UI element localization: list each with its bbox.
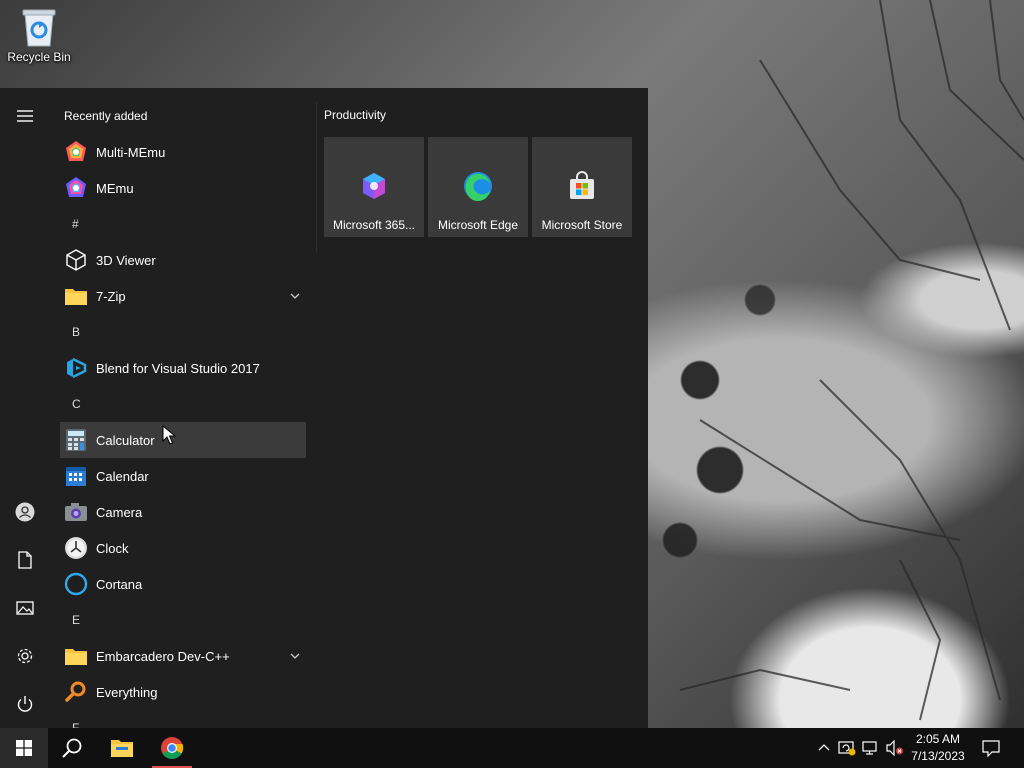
3d-viewer-icon <box>64 248 88 272</box>
blend-icon <box>64 356 88 380</box>
action-center-button[interactable] <box>981 738 1001 758</box>
recently-added-heading: Recently added <box>64 109 148 123</box>
multi-memu-icon <box>64 140 88 164</box>
taskbar-clock[interactable]: 2:05 AM 7/13/2023 <box>900 731 976 765</box>
tile-microsoft-store[interactable]: Microsoft Store <box>532 137 632 237</box>
edge-icon <box>461 169 495 203</box>
microsoft-365-icon <box>357 169 391 203</box>
letter-header-c[interactable]: C <box>60 386 316 422</box>
tiles-divider <box>316 102 317 252</box>
pictures-icon <box>16 601 34 615</box>
pictures-button[interactable] <box>0 588 50 628</box>
chevron-down-icon[interactable] <box>290 288 300 306</box>
store-icon <box>565 169 599 203</box>
power-icon <box>17 696 33 712</box>
app-embarcadero-dev-cpp[interactable]: Embarcadero Dev-C++ <box>60 638 306 674</box>
app-everything[interactable]: Everything <box>60 674 306 710</box>
user-account-button[interactable] <box>0 492 50 532</box>
app-camera[interactable]: Camera <box>60 494 306 530</box>
chevron-down-icon[interactable] <box>290 648 300 666</box>
camera-icon <box>64 500 88 524</box>
update-icon <box>838 741 856 756</box>
app-3d-viewer[interactable]: 3D Viewer <box>60 242 306 278</box>
chevron-up-icon <box>818 744 830 751</box>
settings-button[interactable] <box>0 636 50 676</box>
app-cortana[interactable]: Cortana <box>60 566 306 602</box>
power-button[interactable] <box>0 684 50 724</box>
calendar-icon <box>64 464 88 488</box>
cortana-icon <box>64 572 88 596</box>
update-tray-button[interactable] <box>837 738 857 758</box>
start-menu: Recently added Multi-MEmu MEmu # 3D View… <box>0 88 648 728</box>
clock-time: 2:05 AM <box>915 732 961 746</box>
tile-group-title[interactable]: Productivity <box>324 108 386 122</box>
network-tray-button[interactable] <box>861 738 881 758</box>
settings-icon <box>17 648 33 664</box>
notification-icon <box>982 740 1000 757</box>
user-icon <box>15 502 35 522</box>
folder-icon <box>64 284 88 308</box>
hamburger-icon <box>17 110 33 122</box>
show-hidden-icons-button[interactable] <box>814 738 834 758</box>
calculator-icon <box>64 428 88 452</box>
tiles-area: Productivity Microsoft 365... Microsoft … <box>316 88 648 728</box>
letter-header-b[interactable]: B <box>60 314 316 350</box>
recycle-bin-label: Recycle Bin <box>7 50 71 64</box>
document-icon <box>18 551 32 569</box>
app-multi-memu[interactable]: Multi-MEmu <box>60 134 306 170</box>
mouse-cursor <box>162 425 176 445</box>
tile-microsoft-edge[interactable]: Microsoft Edge <box>428 137 528 237</box>
start-rail <box>0 88 50 728</box>
app-calculator[interactable]: Calculator <box>60 422 306 458</box>
everything-icon <box>64 680 88 704</box>
file-explorer-button[interactable] <box>98 728 146 768</box>
chrome-button[interactable] <box>148 728 196 768</box>
memu-icon <box>64 176 88 200</box>
app-blend-visual-studio[interactable]: Blend for Visual Studio 2017 <box>60 350 306 386</box>
file-explorer-icon <box>111 740 133 757</box>
expand-menu-button[interactable] <box>0 96 50 136</box>
app-7-zip[interactable]: 7-Zip <box>60 278 306 314</box>
start-button[interactable] <box>0 728 48 768</box>
chrome-icon <box>161 737 184 759</box>
letter-header-e[interactable]: E <box>60 602 316 638</box>
letter-header-f[interactable]: F <box>60 710 316 728</box>
documents-button[interactable] <box>0 540 50 580</box>
letter-header-hash[interactable]: # <box>60 206 316 242</box>
network-icon <box>862 741 877 755</box>
windows-start-icon <box>16 740 32 756</box>
clock-icon <box>64 536 88 560</box>
app-list: Recently added Multi-MEmu MEmu # 3D View… <box>50 88 316 728</box>
taskbar: 2:05 AM 7/13/2023 <box>0 728 1024 768</box>
app-memu[interactable]: MEmu <box>60 170 306 206</box>
search-button[interactable] <box>48 728 96 768</box>
recycle-bin[interactable]: Recycle Bin <box>6 4 72 64</box>
search-icon <box>62 738 82 758</box>
recycle-bin-icon <box>22 9 56 47</box>
app-calendar[interactable]: Calendar <box>60 458 306 494</box>
tile-microsoft-365[interactable]: Microsoft 365... <box>324 137 424 237</box>
clock-date: 7/13/2023 <box>911 749 965 763</box>
folder-icon <box>64 644 88 668</box>
app-clock[interactable]: Clock <box>60 530 306 566</box>
